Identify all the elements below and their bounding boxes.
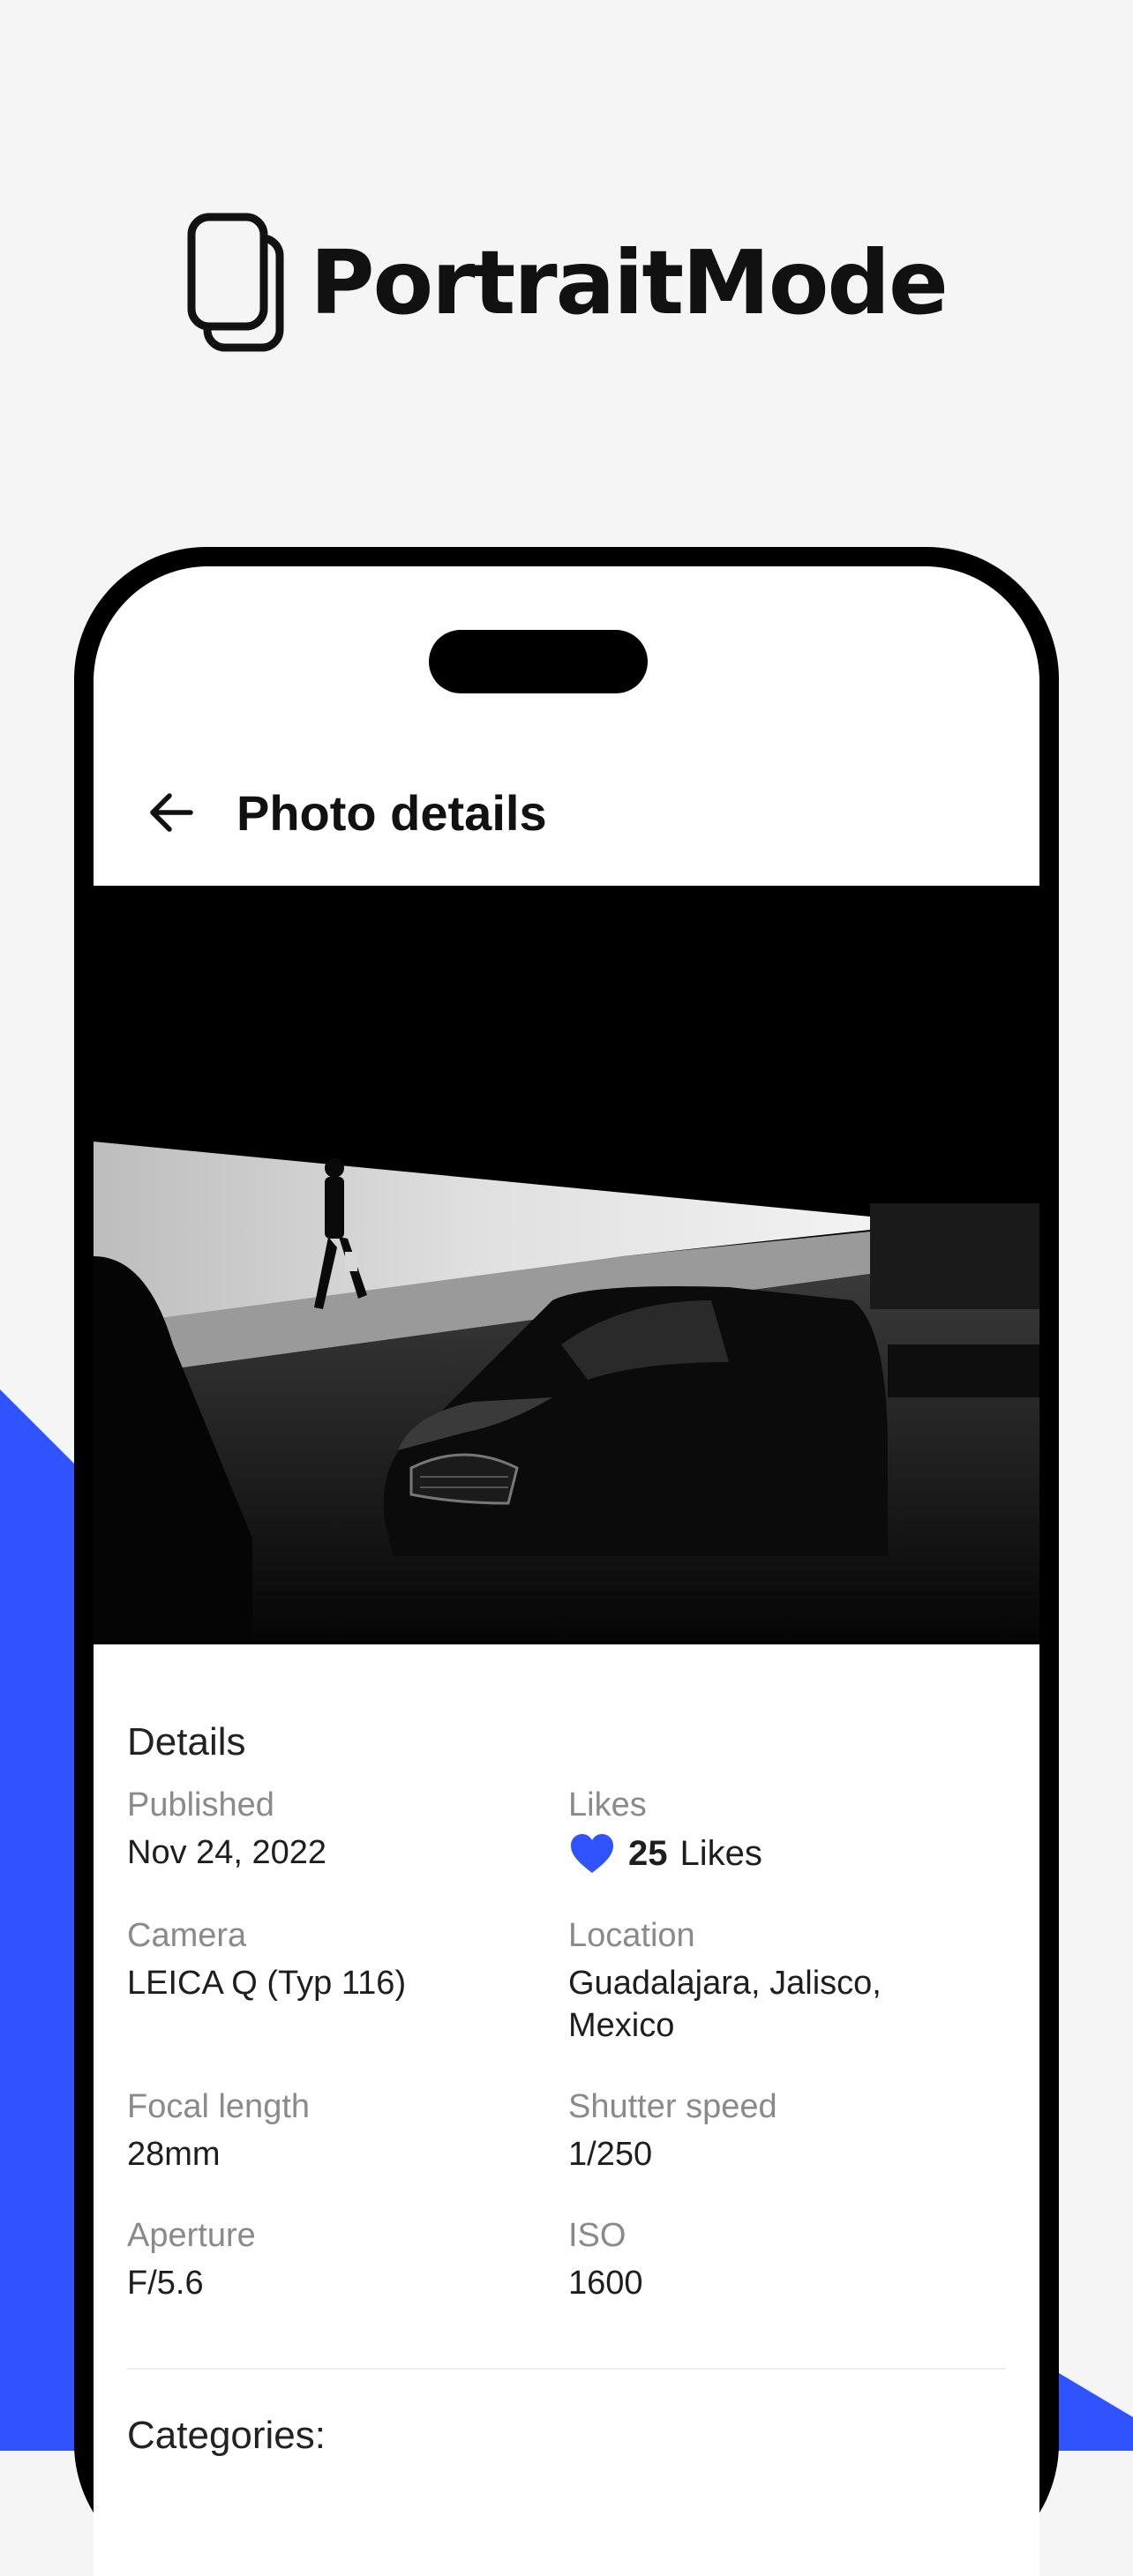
focal-length-field: Focal length 28mm <box>127 2086 568 2175</box>
iso-field: ISO 1600 <box>568 2214 1009 2304</box>
likes-field: Likes 25 Likes <box>568 1784 1009 1876</box>
categories-title: Categories: <box>127 2414 326 2457</box>
brand-header: PortraitMode <box>0 212 1133 353</box>
app-header: Photo details <box>94 755 1039 870</box>
camera-value: LEICA Q (Typ 116) <box>127 1965 407 2002</box>
phone-frame: Photo details Details Published Nov 24, … <box>74 547 1059 2576</box>
details-section: Details Published Nov 24, 2022 Likes 25 <box>127 1671 1006 2458</box>
page-title: Photo details <box>236 784 547 841</box>
phone-screen: Photo details Details Published Nov 24, … <box>94 566 1039 2576</box>
likes-count: 25 <box>628 1833 668 1873</box>
location-field: Location Guadalajara, Jalisco, Mexico <box>568 1914 1009 2047</box>
dynamic-island <box>429 630 648 693</box>
aperture-field: Aperture F/5.6 <box>127 2214 568 2304</box>
brand-name: PortraitMode <box>310 230 949 334</box>
details-grid: Published Nov 24, 2022 Likes 25 Likes Ca… <box>127 1784 1006 2343</box>
heart-icon[interactable] <box>568 1831 616 1876</box>
camera-label: Camera <box>127 1917 247 1954</box>
photo-image[interactable] <box>94 886 1039 1644</box>
arrow-left-icon <box>150 793 193 832</box>
stacked-phones-icon <box>187 213 284 352</box>
published-label: Published <box>127 1786 274 1823</box>
aperture-value: F/5.6 <box>127 2265 204 2302</box>
location-value: Guadalajara, Jalisco, Mexico <box>568 1965 882 2044</box>
shutter-speed-value: 1/250 <box>568 2136 653 2173</box>
section-divider <box>127 2368 1006 2370</box>
published-value: Nov 24, 2022 <box>127 1834 327 1871</box>
shutter-speed-label: Shutter speed <box>568 2088 777 2125</box>
likes-word: Likes <box>679 1833 762 1873</box>
published-field: Published Nov 24, 2022 <box>127 1784 568 1876</box>
shutter-speed-field: Shutter speed 1/250 <box>568 2086 1009 2175</box>
aperture-label: Aperture <box>127 2217 256 2254</box>
back-button[interactable] <box>118 755 224 870</box>
iso-label: ISO <box>568 2217 627 2254</box>
focal-length-label: Focal length <box>127 2088 311 2125</box>
likes-label: Likes <box>568 1786 647 1823</box>
details-title: Details <box>127 1720 246 1764</box>
focal-length-value: 28mm <box>127 2136 221 2173</box>
likes-row[interactable]: 25 Likes <box>568 1831 1009 1876</box>
location-label: Location <box>568 1917 695 1954</box>
camera-field: Camera LEICA Q (Typ 116) <box>127 1914 568 2047</box>
iso-value: 1600 <box>568 2265 643 2302</box>
